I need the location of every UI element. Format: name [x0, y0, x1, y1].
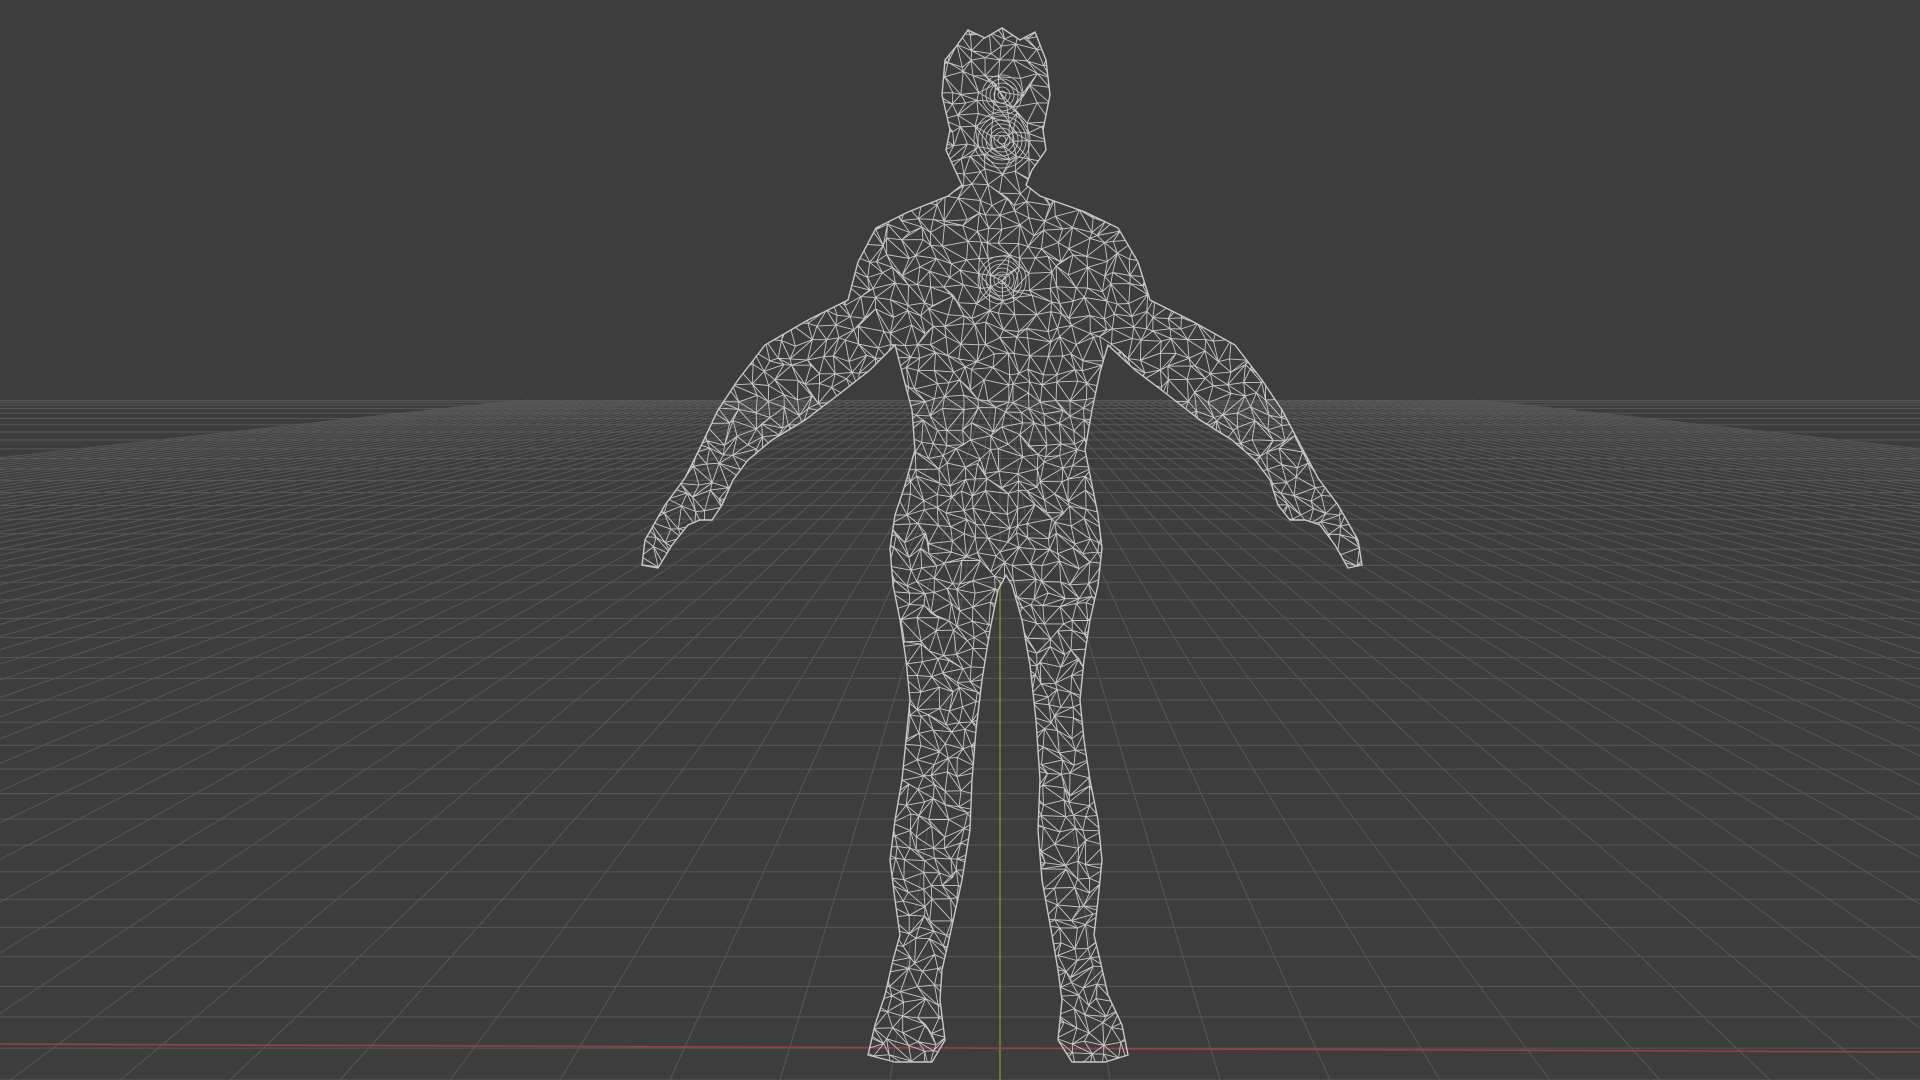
grid-line	[1263, 399, 1920, 534]
grid-line	[1159, 399, 1920, 654]
grid-line	[0, 399, 809, 625]
grid-line	[0, 399, 665, 506]
mesh-edges	[642, 28, 1362, 1062]
grid-line	[0, 399, 689, 519]
grid-line	[0, 399, 641, 496]
grid-line	[669, 399, 977, 1080]
grid-line	[0, 399, 729, 544]
grid-line	[0, 399, 825, 651]
grid-line	[119, 399, 937, 1080]
grid-line	[1127, 399, 1920, 731]
floor-grid	[0, 399, 1920, 1080]
grid-line	[0, 399, 705, 528]
grid-line	[1351, 399, 1920, 487]
grid-line	[0, 399, 721, 538]
grid-line	[1407, 399, 1920, 468]
grid-line	[1015, 399, 1221, 1080]
grid-line	[1143, 399, 1920, 688]
grid-line	[0, 399, 569, 471]
grid-line	[339, 399, 953, 1080]
grid-line	[1415, 399, 1920, 466]
grid-line	[0, 399, 801, 614]
grid-line	[779, 399, 985, 1080]
grid-line	[9, 399, 929, 1080]
viewport-canvas[interactable]	[0, 0, 1920, 1080]
mesh-silhouette	[641, 27, 1363, 1063]
grid-line	[1455, 399, 1920, 455]
grid-line	[1327, 399, 1920, 497]
grid-line	[0, 399, 897, 861]
grid-line	[1087, 399, 1920, 905]
grid-line	[1279, 399, 1920, 523]
grid-line	[0, 399, 873, 764]
grid-line	[1095, 399, 1920, 859]
grid-line	[1423, 399, 1920, 463]
grid-line	[1191, 399, 1920, 603]
grid-line	[0, 399, 841, 681]
grid-line	[1031, 399, 1441, 1080]
grid-line	[1047, 399, 1661, 1080]
grid-line	[0, 399, 673, 510]
character-wireframe-mesh[interactable]	[634, 14, 1374, 1075]
grid-line	[0, 399, 633, 493]
mesh-edge-lines	[642, 28, 1362, 1062]
grid-line	[1055, 399, 1771, 1080]
grid-line	[229, 399, 945, 1080]
3d-viewport[interactable]	[0, 0, 1920, 1080]
grid-line	[449, 399, 961, 1080]
grid-line	[0, 399, 577, 473]
grid-line	[1271, 399, 1920, 528]
grid-line	[1343, 399, 1920, 490]
mesh-detail-ring	[981, 119, 1023, 161]
grid-line	[1255, 399, 1920, 539]
grid-line	[1447, 399, 1920, 457]
grid-line	[1319, 399, 1920, 501]
grid-line	[1063, 399, 1881, 1080]
grid-line	[1039, 399, 1551, 1080]
grid-line	[0, 399, 737, 550]
grid-line	[1119, 399, 1920, 757]
grid-line	[0, 399, 681, 514]
grid-line	[0, 399, 889, 824]
grid-line	[0, 399, 857, 718]
grid-line	[1135, 399, 1920, 708]
grid-line	[1399, 399, 1920, 470]
grid-line	[0, 399, 537, 463]
grid-line	[1311, 399, 1920, 505]
grid-line	[1167, 399, 1920, 640]
grid-line	[1175, 399, 1920, 626]
mesh-detail-ring	[997, 135, 1007, 145]
grid-line	[0, 399, 529, 461]
